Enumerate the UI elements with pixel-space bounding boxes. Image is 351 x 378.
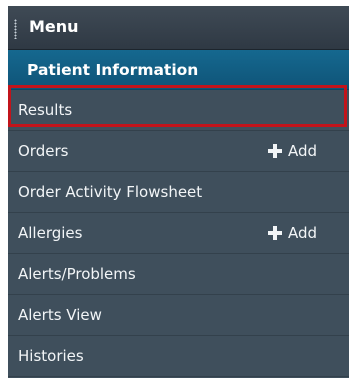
section-patient-information[interactable]: Patient Information: [8, 50, 349, 90]
menu-item-label: Results: [18, 101, 73, 119]
plus-icon: [267, 144, 282, 158]
menu-item-allergies[interactable]: Allergies Add: [8, 213, 349, 254]
menu-title: Menu: [29, 17, 79, 36]
menu-item-label: Allergies: [18, 224, 83, 242]
menu-item-histories[interactable]: Histories: [8, 336, 349, 377]
add-label: Add: [287, 142, 317, 160]
menu-item-alerts-problems[interactable]: Alerts/Problems: [8, 254, 349, 295]
section-title: Patient Information: [27, 61, 199, 79]
menu-item-results[interactable]: Results: [8, 90, 349, 131]
menu-item-label: Alerts View: [18, 306, 102, 324]
menu-item-alerts-view[interactable]: Alerts View: [8, 295, 349, 336]
add-orders-button[interactable]: Add: [267, 141, 317, 161]
menu-item-orders[interactable]: Orders Add: [8, 131, 349, 172]
menu-item-label: Orders: [18, 142, 69, 160]
plus-icon: [267, 226, 282, 240]
menu-item-label: Order Activity Flowsheet: [18, 183, 203, 201]
menu-item-label: Histories: [18, 347, 84, 365]
add-label: Add: [287, 224, 317, 242]
drag-grip-icon[interactable]: [14, 19, 17, 39]
menu-item-order-activity-flowsheet[interactable]: Order Activity Flowsheet: [8, 172, 349, 213]
menu-item-label: Alerts/Problems: [18, 265, 136, 283]
menu-panel: Menu Patient Information Results Orders …: [8, 6, 349, 378]
menu-header: Menu: [8, 6, 349, 50]
add-allergies-button[interactable]: Add: [267, 223, 317, 243]
